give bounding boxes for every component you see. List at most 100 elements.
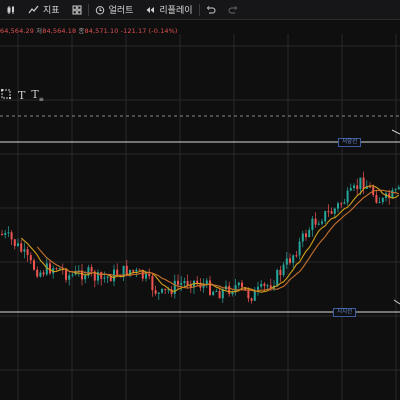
candle-body [103, 277, 106, 279]
candle-body [234, 285, 237, 292]
candle-body [346, 190, 349, 203]
candle-body [289, 258, 291, 263]
resistance-line-label: 저항선 [338, 138, 362, 147]
candle-body [369, 186, 371, 188]
candle-body [164, 288, 167, 290]
text-note-tool-icon[interactable]: T≡ [31, 88, 43, 103]
candle-body [161, 288, 163, 293]
candle-body [228, 285, 231, 295]
candle-body [183, 281, 186, 283]
candle-body [116, 269, 119, 276]
candle-body [276, 269, 279, 286]
alert-clock-icon [95, 5, 105, 15]
candle-body [151, 276, 154, 291]
candle-chart-icon [6, 5, 16, 15]
candle-body [263, 283, 266, 286]
replay-icon [145, 5, 155, 15]
candle-body [356, 185, 359, 190]
candle-body [308, 230, 311, 238]
candle-body [391, 190, 394, 199]
indicator-icon [28, 5, 39, 15]
alert-label: 얼러트 [108, 6, 134, 16]
chart-toolbar: 지표 얼러트 리플레이 [0, 0, 400, 20]
candle-body [180, 282, 183, 285]
candle-body [359, 177, 362, 190]
candle-body [173, 280, 176, 294]
candle-body [340, 203, 343, 205]
candle-body [68, 275, 71, 280]
candle-body [109, 276, 112, 282]
candle-body [311, 218, 314, 231]
candle-body [295, 255, 298, 257]
candle-body [298, 241, 301, 256]
candle-body [327, 211, 330, 213]
candle-body [305, 233, 307, 238]
candle-body [36, 269, 39, 277]
candle-body [177, 280, 179, 285]
indicator-button[interactable]: 지표 [22, 0, 66, 19]
candle-body [145, 273, 147, 279]
candle-body [215, 290, 218, 292]
candle-body [321, 221, 323, 224]
candle-body [330, 211, 333, 214]
candle-body [343, 202, 346, 204]
candle-body [39, 272, 42, 277]
candle-body [279, 269, 282, 276]
candle-body [154, 290, 157, 294]
candle-body [218, 290, 221, 299]
rectangle-select-icon[interactable] [0, 88, 12, 103]
candle-body [186, 281, 189, 285]
candle-body [100, 272, 103, 279]
support-handle-icon [393, 299, 400, 305]
candle-body [362, 177, 365, 189]
candle-body [317, 223, 320, 225]
candle-body [257, 286, 259, 290]
candle-body [314, 218, 317, 225]
drawing-toolbar: T T≡ [0, 88, 44, 103]
candle-body [65, 269, 67, 280]
undo-button[interactable] [200, 0, 222, 19]
candle-body [250, 298, 253, 301]
chart-type-button[interactable] [0, 0, 22, 19]
candle-body [247, 290, 250, 299]
replay-label: 리플레이 [159, 6, 193, 16]
candle-body [23, 249, 26, 252]
candle-body [212, 291, 215, 295]
layout-button[interactable] [66, 0, 88, 19]
redo-button[interactable] [222, 0, 244, 19]
undo-icon [206, 5, 216, 15]
alert-button[interactable]: 얼러트 [89, 0, 140, 19]
redo-icon [228, 5, 238, 15]
candle-body [237, 282, 240, 286]
candle-body [13, 239, 16, 247]
candle-body [260, 283, 263, 287]
candle-body [381, 197, 384, 203]
indicator-label: 지표 [43, 6, 60, 16]
candle-body [29, 255, 32, 261]
text-tool-icon[interactable]: T [18, 89, 25, 102]
candle-body [33, 260, 35, 270]
candle-body [20, 243, 23, 252]
candle-body [241, 282, 243, 288]
candle-body [4, 233, 7, 235]
candle-body [17, 243, 19, 247]
layout-grid-icon [72, 5, 82, 15]
candle-body [58, 268, 61, 270]
candle-body [148, 273, 151, 277]
candle-body [26, 249, 29, 256]
candle-body [337, 203, 339, 209]
candle-body [7, 232, 10, 234]
price-chart[interactable] [0, 34, 400, 400]
candle-body [42, 272, 45, 275]
candle-body [394, 189, 397, 191]
candle-body [353, 185, 355, 189]
replay-button[interactable]: 리플레이 [139, 0, 198, 19]
candle-body [209, 280, 211, 295]
candle-body [10, 232, 13, 240]
candle-body [135, 269, 138, 272]
candle-body [49, 263, 51, 274]
candle-body [90, 267, 93, 272]
candle-body [132, 269, 135, 272]
candle-body [71, 274, 74, 276]
support-line-label: 지지선 [333, 308, 357, 317]
